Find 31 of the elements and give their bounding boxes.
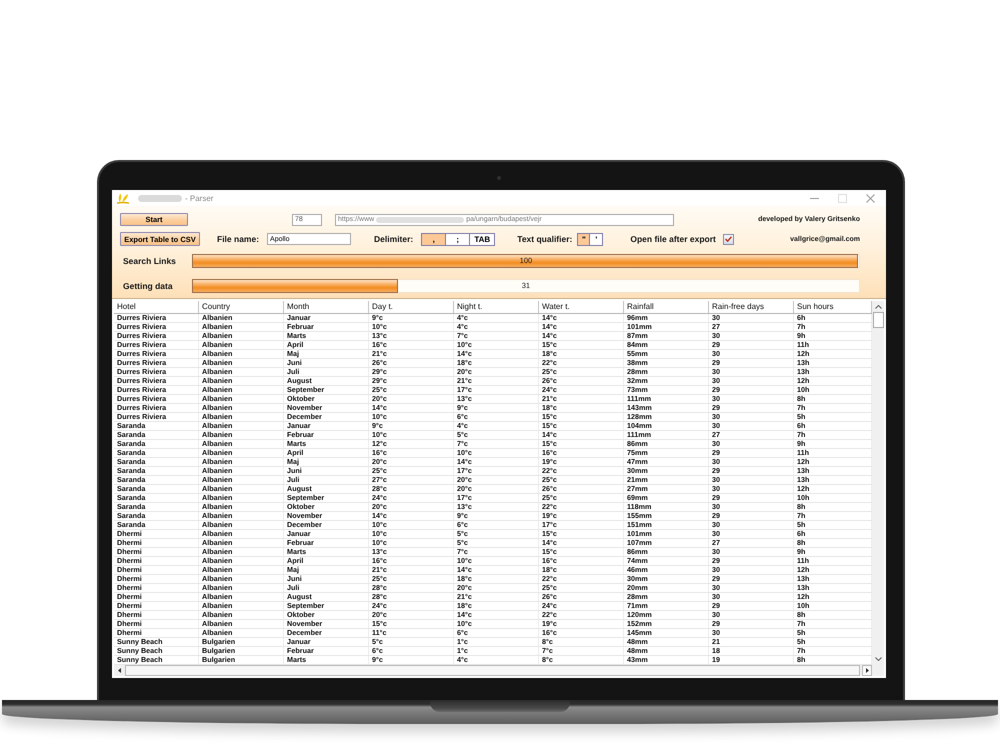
column-header[interactable]: Country (199, 301, 284, 313)
close-icon[interactable] (866, 194, 875, 202)
progress-label: Getting data (123, 281, 174, 291)
window-title: - Parser (185, 194, 214, 202)
leaf-logo-icon (116, 192, 130, 204)
text-qualifier-option[interactable]: ' (590, 234, 602, 244)
chevron-up-icon[interactable] (874, 305, 882, 309)
open-after-export-label: Open file after export (630, 234, 716, 244)
column-header[interactable]: Month (284, 301, 369, 313)
delimiter-option[interactable]: ; (446, 234, 470, 244)
column-header[interactable]: Hotel (114, 301, 199, 313)
column-header[interactable]: Rain-free days (709, 301, 794, 313)
column-header[interactable]: Rainfall (624, 301, 709, 313)
open-after-export-checkbox[interactable] (722, 234, 734, 244)
chevron-down-icon[interactable] (874, 657, 882, 661)
file-name-label: File name: (217, 234, 260, 244)
delimiter-option[interactable]: TAB (470, 234, 494, 244)
checkmark-icon (724, 236, 732, 242)
scroll-thumb[interactable] (872, 312, 884, 328)
column-header[interactable]: Night t. (454, 301, 539, 313)
delimiter-option[interactable]: , (422, 234, 446, 244)
text-qualifier-option[interactable]: " (578, 234, 590, 244)
column-header[interactable]: Water t. (539, 301, 624, 313)
redacted-text-bar (138, 194, 182, 202)
progress-label: Search Links (123, 256, 177, 266)
vertical-scrollbar[interactable] (872, 301, 884, 665)
column-header[interactable]: Day t. (369, 301, 454, 313)
scroll-right-icon[interactable] (866, 668, 868, 673)
scroll-left-icon[interactable] (118, 668, 120, 673)
text-qualifier-label: Text qualifier: (517, 234, 572, 244)
delimiter-label: Delimiter: (374, 234, 414, 244)
